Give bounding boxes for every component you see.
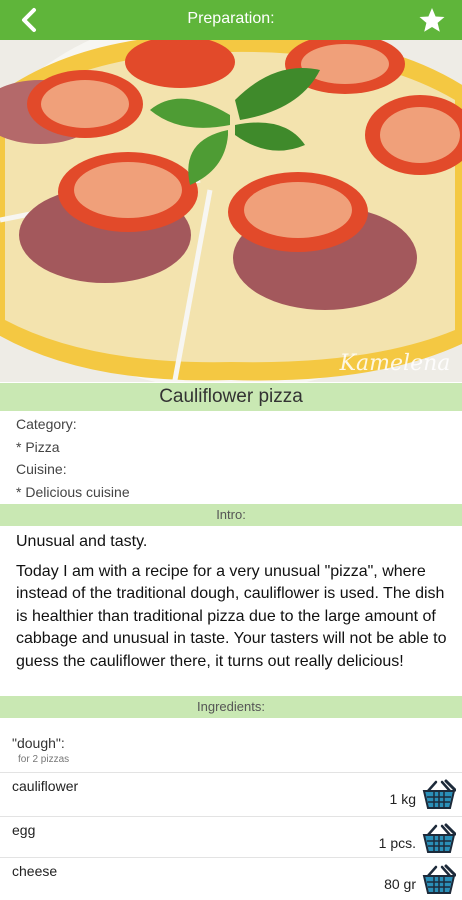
- cuisine-value: * Delicious cuisine: [16, 483, 130, 500]
- top-bar: Preparation:: [0, 0, 462, 40]
- ingredient-quantity: 1 pcs.: [378, 835, 416, 851]
- category-value: * Pizza: [16, 438, 60, 455]
- photo-watermark: Kamelena: [339, 351, 451, 376]
- basket-icon[interactable]: [422, 779, 456, 811]
- intro-text: Unusual and tasty. Today I am with a rec…: [16, 531, 456, 680]
- star-icon[interactable]: [418, 7, 446, 33]
- cuisine-label: Cuisine:: [16, 461, 67, 477]
- recipe-title: Cauliflower pizza: [0, 383, 462, 411]
- ingredient-name: egg: [12, 822, 36, 838]
- ingredient-row: cheese 80 gr: [0, 857, 462, 900]
- ingredient-name: cheese: [12, 863, 58, 879]
- recipe-photo: Kamelena: [0, 40, 462, 382]
- intro-paragraph: Unusual and tasty.: [16, 533, 148, 550]
- ingredient-row: cauliflower 1 kg: [0, 772, 462, 816]
- ingredient-quantity: 80 gr: [384, 876, 416, 892]
- intro-heading: Intro:: [0, 504, 462, 526]
- ingredient-group-note: for 2 pizzas: [18, 754, 70, 765]
- page-title: Preparation:: [187, 10, 275, 27]
- ingredient-group-name: "dough":: [12, 735, 65, 751]
- ingredient-row: egg 1 pcs.: [0, 816, 462, 860]
- category-label: Category:: [16, 416, 77, 432]
- ingredient-name: cauliflower: [12, 778, 79, 794]
- ingredients-heading: Ingredients:: [0, 696, 462, 718]
- intro-paragraph: Today I am with a recipe for a very unus…: [16, 562, 447, 670]
- ingredient-group: "dough": for 2 pizzas: [12, 735, 69, 765]
- basket-icon[interactable]: [422, 864, 456, 896]
- recipe-meta: Category: * Pizza Cuisine: * Delicious c…: [16, 413, 130, 503]
- ingredient-quantity: 1 kg: [389, 791, 416, 807]
- basket-icon[interactable]: [422, 823, 456, 855]
